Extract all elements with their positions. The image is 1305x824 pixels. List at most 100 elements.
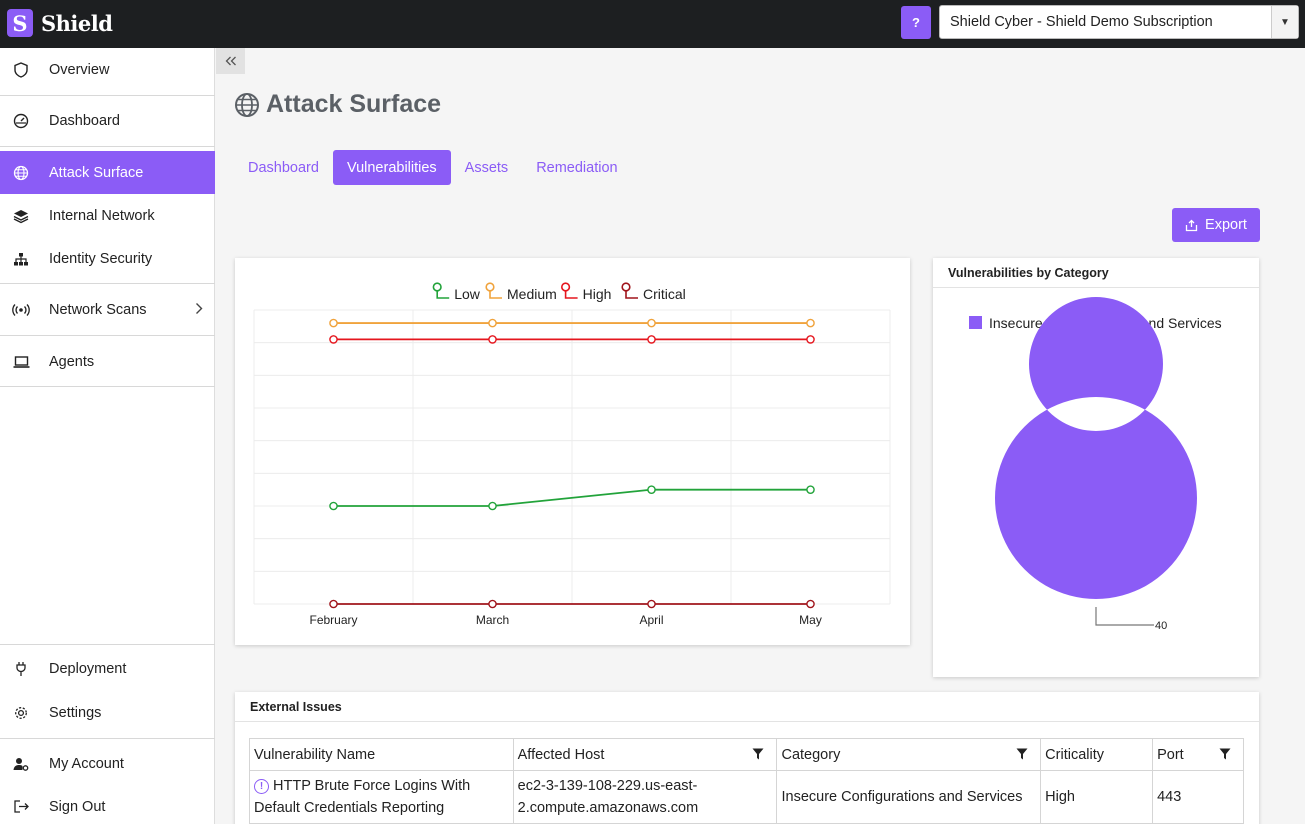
- x-tick-label: April: [639, 613, 663, 627]
- sidebar-item-dashboard[interactable]: Dashboard: [0, 100, 215, 141]
- cell-criticality: High: [1040, 770, 1154, 824]
- legend-item: High: [561, 282, 611, 302]
- sitemap-icon: [12, 250, 30, 268]
- sidebar-item-label: My Account: [49, 755, 124, 772]
- sidebar-item-deployment[interactable]: Deployment: [0, 647, 215, 690]
- legend-label: Low: [454, 286, 481, 302]
- column-header-category[interactable]: Category: [776, 738, 1042, 771]
- legend-marker-line: [489, 291, 502, 299]
- filter-icon[interactable]: [752, 748, 764, 760]
- issues-table: Vulnerability Name Affected Host Categor…: [249, 738, 1244, 824]
- table-row[interactable]: ! HTTP Brute Force Logins With Default C…: [249, 770, 1244, 824]
- data-point: [488, 599, 497, 609]
- category-chart-card: Vulnerabilities by Category Insecure Con…: [933, 258, 1259, 677]
- sign-out-icon: [12, 798, 30, 816]
- sidebar-item-label: Identity Security: [49, 250, 153, 267]
- legend-item: Critical: [621, 282, 686, 302]
- tab-bar: Dashboard Vulnerabilities Assets Remedia…: [234, 150, 632, 185]
- filter-icon[interactable]: [1219, 748, 1231, 760]
- export-button[interactable]: Export: [1172, 208, 1260, 242]
- legend-marker-line: [436, 291, 450, 299]
- sidebar-divider: [0, 283, 215, 284]
- help-button[interactable]: ?: [901, 6, 931, 39]
- data-point: [329, 318, 338, 328]
- sidebar: Overview Dashboard Attack Surface Intern…: [0, 48, 215, 824]
- export-label: Export: [1205, 217, 1247, 233]
- page-title: Attack Surface: [234, 90, 441, 119]
- donut-slice: [994, 297, 1197, 599]
- trend-line-chart: February March April May Low Medium High Critic…: [253, 282, 891, 627]
- gauge-icon: [12, 112, 30, 130]
- trend-chart-card: February March April May Low Medium High Critic…: [235, 258, 910, 645]
- legend-marker-line: [564, 291, 578, 299]
- external-issues-card: External Issues Vulnerability Name Affec…: [235, 692, 1259, 824]
- page-title-text: Attack Surface: [266, 90, 442, 118]
- data-point: [647, 599, 656, 609]
- caret-down-icon[interactable]: ▼: [1271, 6, 1298, 38]
- cell-category: Insecure Configurations and Services: [776, 770, 1042, 824]
- collapse-sidebar-button[interactable]: [216, 48, 245, 74]
- sidebar-item-label: Overview: [49, 61, 110, 78]
- category-donut-chart: Insecure Configurations and Services40: [969, 297, 1222, 632]
- export-icon: [1185, 219, 1198, 231]
- broadcast-icon: [12, 301, 30, 319]
- data-point: [488, 318, 497, 328]
- sidebar-item-my-account[interactable]: My Account: [0, 742, 215, 785]
- sidebar-divider: [0, 335, 215, 336]
- tab-remediation[interactable]: Remediation: [522, 150, 631, 185]
- sidebar-item-label: Internal Network: [49, 207, 155, 224]
- column-header-vulnerability-name[interactable]: Vulnerability Name: [249, 738, 514, 771]
- sidebar-item-label: Attack Surface: [49, 164, 144, 181]
- globe-icon: [12, 164, 30, 182]
- cell-port: 443: [1152, 770, 1244, 824]
- data-point: [488, 501, 497, 511]
- sidebar-divider: [0, 95, 215, 96]
- x-tick-label: May: [799, 613, 822, 627]
- sidebar-item-settings[interactable]: Settings: [0, 691, 215, 734]
- sidebar-item-internal-network[interactable]: Internal Network: [0, 194, 215, 237]
- sidebar-divider: [0, 146, 215, 147]
- legend-item: Low: [432, 282, 481, 302]
- table-header-row: Vulnerability Name Affected Host Categor…: [249, 738, 1244, 771]
- column-header-criticality[interactable]: Criticality: [1040, 738, 1154, 771]
- tab-vulnerabilities[interactable]: Vulnerabilities: [332, 150, 451, 185]
- legend-marker: [432, 282, 442, 292]
- column-header-port[interactable]: Port: [1152, 738, 1244, 771]
- column-header-label: Affected Host: [517, 746, 605, 763]
- subscription-select[interactable]: Shield Cyber - Shield Demo Subscription …: [939, 5, 1299, 39]
- sidebar-item-sign-out[interactable]: Sign Out: [0, 785, 215, 824]
- tab-assets[interactable]: Assets: [451, 150, 523, 185]
- sidebar-item-agents[interactable]: Agents: [0, 340, 215, 383]
- top-bar: S Shield ? Shield Cyber - Shield Demo Su…: [0, 0, 1305, 48]
- legend-label: Critical: [643, 286, 686, 302]
- column-header-affected-host[interactable]: Affected Host: [512, 738, 778, 771]
- data-point: [806, 335, 815, 344]
- app-logo[interactable]: S Shield: [7, 9, 113, 37]
- sidebar-item-attack-surface[interactable]: Attack Surface: [0, 151, 215, 194]
- sidebar-item-label: Sign Out: [49, 798, 106, 815]
- legend-marker: [621, 282, 631, 292]
- data-point: [647, 318, 656, 328]
- data-point: [647, 335, 656, 344]
- sidebar-item-network-scans[interactable]: Network Scans: [0, 288, 215, 331]
- subscription-value: Shield Cyber - Shield Demo Subscription: [950, 14, 1213, 30]
- column-header-label: Vulnerability Name: [254, 746, 376, 763]
- legend-marker-line: [625, 291, 638, 299]
- gear-icon: [12, 704, 30, 722]
- sidebar-item-label: Settings: [49, 704, 102, 721]
- sidebar-item-overview[interactable]: Overview: [0, 48, 215, 91]
- data-point: [806, 599, 815, 609]
- data-point: [806, 318, 815, 328]
- data-point: [806, 485, 815, 494]
- data-label: 40: [1155, 620, 1167, 632]
- data-point: [488, 335, 497, 344]
- info-icon: !: [254, 779, 269, 794]
- sidebar-divider: [0, 386, 215, 387]
- tab-dashboard[interactable]: Dashboard: [234, 150, 333, 185]
- cell-vulnerability-name[interactable]: ! HTTP Brute Force Logins With Default C…: [249, 770, 514, 824]
- filter-icon[interactable]: [1016, 748, 1028, 760]
- sidebar-item-identity-security[interactable]: Identity Security: [0, 237, 215, 280]
- column-header-label: Category: [781, 746, 841, 763]
- column-header-label: Criticality: [1045, 746, 1104, 763]
- vulnerability-name: HTTP Brute Force Logins With Default Cre…: [254, 778, 471, 816]
